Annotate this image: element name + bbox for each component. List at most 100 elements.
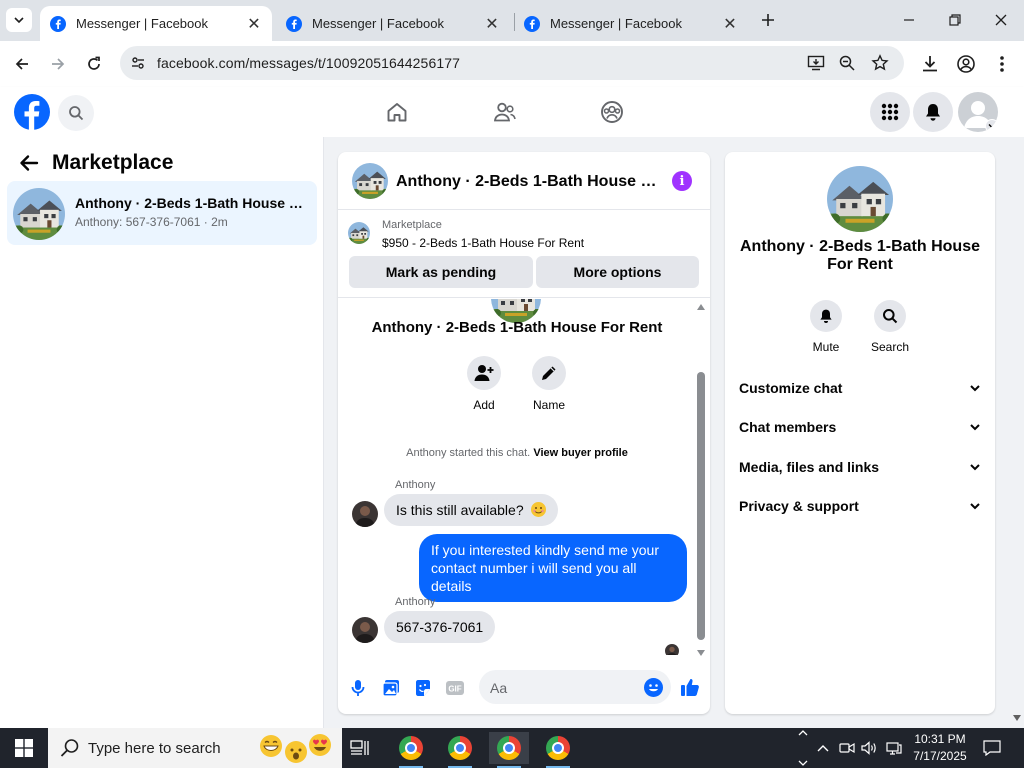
bell-icon[interactable] bbox=[810, 300, 842, 332]
media-files-links-row[interactable]: Media, files and links bbox=[739, 452, 981, 482]
listing-thumbnail[interactable] bbox=[827, 166, 893, 232]
taskbar-chrome-3[interactable] bbox=[489, 732, 529, 768]
groups-nav-button[interactable] bbox=[599, 99, 625, 125]
taskbar-clock[interactable]: 10:31 PM 7/17/2025 bbox=[904, 731, 976, 765]
privacy-support-row[interactable]: Privacy & support bbox=[739, 491, 981, 521]
bookmark-star-icon[interactable] bbox=[870, 53, 890, 73]
sender-avatar[interactable] bbox=[352, 501, 378, 527]
more-options-button[interactable]: More options bbox=[536, 256, 699, 288]
chevron-up-icon bbox=[798, 730, 808, 736]
message-bubble-incoming[interactable]: Is this still available? bbox=[384, 494, 558, 526]
close-icon bbox=[995, 14, 1007, 26]
scrollbar-thumb[interactable] bbox=[697, 372, 705, 640]
browser-tab-2[interactable]: Messenger | Facebook ✕ bbox=[276, 6, 510, 41]
add-person-icon[interactable] bbox=[467, 356, 501, 390]
back-arrow-icon[interactable] bbox=[18, 152, 40, 174]
home-nav-button[interactable] bbox=[384, 99, 410, 125]
name-chat-action[interactable]: Name bbox=[519, 356, 579, 412]
microphone-icon[interactable] bbox=[348, 678, 368, 698]
notification-center-button[interactable] bbox=[982, 738, 1002, 758]
pencil-icon[interactable] bbox=[532, 356, 566, 390]
search-action[interactable]: Search bbox=[860, 300, 920, 354]
menu-button[interactable] bbox=[870, 92, 910, 132]
minimize-button[interactable] bbox=[894, 8, 924, 32]
listing-thumbnail bbox=[13, 188, 65, 240]
message-bubble-outgoing[interactable]: If you interested kindly send me your co… bbox=[419, 534, 687, 602]
seen-indicator-avatar bbox=[665, 644, 679, 655]
address-bar[interactable]: facebook.com/messages/t/1009205164425617… bbox=[120, 46, 904, 80]
listing-title[interactable]: $950 - 2-Beds 1-Bath House For Rent bbox=[382, 236, 584, 250]
scroll-down-icon[interactable] bbox=[696, 648, 706, 658]
close-window-button[interactable] bbox=[986, 8, 1016, 32]
tab-title: Messenger | Facebook bbox=[76, 16, 208, 31]
tab-close-icon[interactable]: ✕ bbox=[246, 16, 262, 33]
emoji-icon[interactable] bbox=[644, 678, 663, 697]
notifications-button[interactable] bbox=[913, 92, 953, 132]
url-text[interactable]: facebook.com/messages/t/1009205164425617… bbox=[157, 55, 460, 71]
gif-icon[interactable]: GIF bbox=[445, 678, 465, 698]
listing-thumbnail[interactable] bbox=[348, 222, 370, 244]
volume-button[interactable] bbox=[861, 738, 879, 758]
add-people-action[interactable]: Add bbox=[454, 356, 514, 412]
chevron-up-icon bbox=[817, 745, 829, 752]
sticker-icon[interactable] bbox=[413, 678, 433, 698]
start-button[interactable] bbox=[0, 728, 48, 768]
thread-scrollbar[interactable] bbox=[696, 302, 706, 656]
info-icon[interactable]: i bbox=[672, 171, 692, 191]
customize-chat-row[interactable]: Customize chat bbox=[739, 373, 981, 403]
sender-avatar[interactable] bbox=[352, 617, 378, 643]
taskbar-chrome-1[interactable] bbox=[391, 732, 431, 768]
tray-scroll-control[interactable] bbox=[794, 730, 812, 766]
facebook-logo-icon[interactable] bbox=[14, 94, 50, 130]
tab-close-icon[interactable]: ✕ bbox=[484, 16, 500, 33]
chat-members-row[interactable]: Chat members bbox=[739, 412, 981, 442]
new-tab-button[interactable] bbox=[758, 10, 778, 30]
account-avatar[interactable] bbox=[958, 92, 998, 132]
taskbar-chrome-2[interactable] bbox=[440, 732, 480, 768]
thumbs-up-icon[interactable] bbox=[679, 676, 701, 698]
back-button[interactable] bbox=[9, 51, 35, 77]
browser-tab-3[interactable]: Messenger | Facebook ✕ bbox=[514, 6, 748, 41]
network-button[interactable] bbox=[885, 738, 903, 758]
photo-icon[interactable] bbox=[381, 678, 401, 698]
install-app-icon[interactable] bbox=[806, 53, 826, 73]
meet-now-button[interactable] bbox=[838, 738, 856, 758]
tab-title: Messenger | Facebook bbox=[550, 16, 682, 31]
section-label: Privacy & support bbox=[739, 498, 859, 514]
tab-search-button[interactable] bbox=[6, 8, 32, 32]
add-label: Add bbox=[473, 398, 495, 412]
chevron-down-icon bbox=[970, 424, 980, 431]
page-scroll-down-icon[interactable] bbox=[1011, 712, 1023, 724]
listing-thumbnail[interactable] bbox=[352, 163, 388, 199]
mute-action[interactable]: Mute bbox=[796, 300, 856, 354]
mark-as-pending-button[interactable]: Mark as pending bbox=[349, 256, 533, 288]
marketplace-label: Marketplace bbox=[382, 219, 442, 231]
tab-close-icon[interactable]: ✕ bbox=[722, 16, 738, 33]
message-bubble-incoming[interactable]: 567-376-7061 bbox=[384, 611, 496, 643]
browser-menu-icon[interactable] bbox=[990, 52, 1014, 76]
taskbar-chrome-4[interactable] bbox=[538, 732, 578, 768]
scroll-up-icon[interactable] bbox=[696, 302, 706, 312]
taskbar-search-box[interactable]: Type here to search bbox=[48, 728, 342, 768]
friends-nav-button[interactable] bbox=[492, 99, 518, 125]
chat-title[interactable]: Anthony · 2-Beds 1-Bath House For Rent bbox=[396, 173, 658, 191]
reload-button[interactable] bbox=[81, 51, 107, 77]
facebook-search-button[interactable] bbox=[58, 95, 94, 131]
site-info-icon[interactable] bbox=[128, 53, 148, 73]
view-buyer-profile-link[interactable]: View buyer profile bbox=[533, 447, 628, 459]
message-input[interactable]: Aa bbox=[479, 670, 671, 704]
clock-time: 10:31 PM bbox=[914, 732, 966, 746]
search-icon[interactable] bbox=[874, 300, 906, 332]
task-view-button[interactable] bbox=[340, 732, 380, 764]
show-hidden-icons-button[interactable] bbox=[814, 738, 832, 758]
browser-tab-1[interactable]: Messenger | Facebook ✕ bbox=[40, 6, 272, 41]
surprised-emoji-icon bbox=[285, 741, 307, 763]
bell-icon bbox=[926, 104, 940, 121]
conversation-item[interactable]: Anthony · 2-Beds 1-Bath House For Rent A… bbox=[7, 181, 317, 245]
restore-button[interactable] bbox=[940, 8, 970, 32]
zoom-icon[interactable] bbox=[837, 53, 857, 73]
message-text: Is this still available? bbox=[396, 502, 524, 518]
downloads-icon[interactable] bbox=[918, 52, 942, 76]
forward-button[interactable] bbox=[45, 51, 71, 77]
profile-icon[interactable] bbox=[954, 52, 978, 76]
